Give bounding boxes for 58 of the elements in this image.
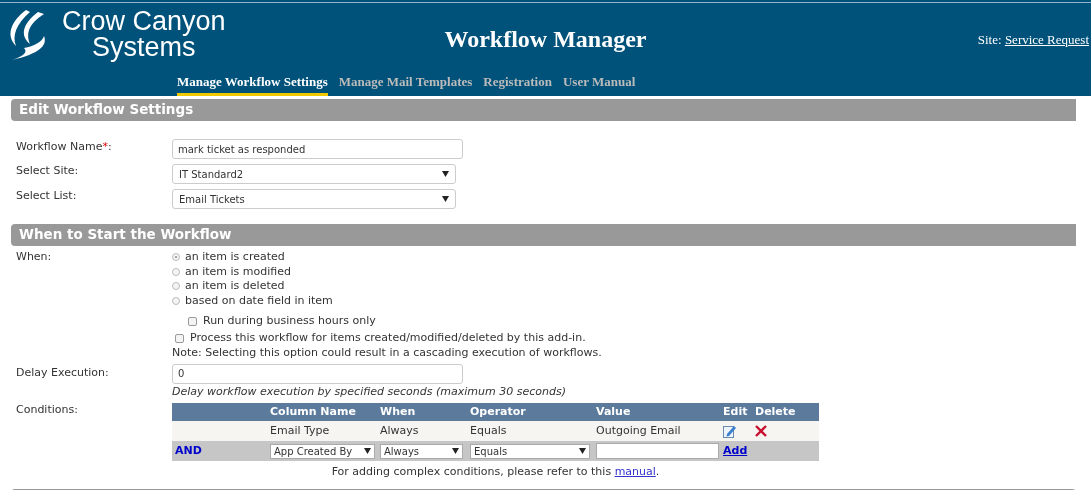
field-label: Select Site: bbox=[16, 164, 79, 177]
select-field[interactable]: IT Standard2 bbox=[172, 164, 456, 184]
checkbox-label[interactable]: Run during business hours only bbox=[203, 314, 376, 329]
table-cell: Equals bbox=[470, 424, 507, 438]
page-title: Workflow Manager bbox=[444, 26, 647, 52]
column-header: Column Name bbox=[270, 405, 356, 419]
radio-button[interactable] bbox=[172, 267, 180, 276]
field-label: Select List: bbox=[16, 189, 77, 202]
help-text: Delay workflow execution by specified seconds (maximum 30 seconds) bbox=[172, 384, 566, 398]
and-link[interactable]: AND bbox=[175, 444, 202, 458]
nav-tab[interactable]: Manage Mail Templates bbox=[338, 74, 473, 96]
option-label[interactable]: an item is deleted bbox=[185, 279, 285, 294]
checkbox-label[interactable]: Process this workflow for items created/modified/deleted by this add-in. bbox=[190, 331, 586, 346]
option-label[interactable]: based on date field in item bbox=[185, 293, 333, 308]
field-label: When: bbox=[16, 250, 52, 263]
nav-tab[interactable]: Manage Workflow Settings bbox=[177, 74, 328, 96]
input-field[interactable]: mark ticket as responded bbox=[172, 139, 463, 159]
select-field[interactable]: Equals bbox=[470, 443, 590, 459]
note-text: Note: Selecting this option could result in a cascading execution of workflows. bbox=[172, 345, 602, 359]
select-field[interactable]: Email Tickets bbox=[172, 189, 456, 209]
caret-icon bbox=[364, 448, 371, 455]
caret-icon bbox=[579, 448, 586, 455]
table-cell: Email Type bbox=[270, 424, 330, 438]
input-field[interactable] bbox=[596, 443, 719, 460]
column-header: When bbox=[380, 405, 416, 419]
manual-link[interactable]: manual bbox=[614, 465, 656, 479]
nav-tab[interactable]: Registration bbox=[483, 74, 552, 96]
select-field[interactable]: Always bbox=[380, 443, 463, 459]
select-field[interactable]: App Created By bbox=[270, 443, 375, 459]
caret-icon bbox=[442, 196, 449, 202]
column-header: Edit bbox=[723, 405, 748, 419]
field-label: Delay Execution: bbox=[16, 365, 109, 379]
column-header: Value bbox=[596, 405, 631, 419]
option-label[interactable]: an item is created bbox=[185, 250, 285, 265]
table-cell: Always bbox=[380, 424, 419, 438]
site-label: Site: bbox=[977, 32, 1002, 47]
nav-tab[interactable]: User Manual bbox=[562, 74, 636, 96]
delete-icon[interactable] bbox=[755, 425, 767, 438]
table-cell: Outgoing Email bbox=[596, 424, 681, 438]
caret-icon bbox=[452, 448, 459, 455]
checkbox[interactable] bbox=[175, 333, 184, 343]
edit-icon[interactable] bbox=[723, 424, 736, 439]
radio-button[interactable] bbox=[172, 253, 180, 262]
option-label[interactable]: an item is modified bbox=[185, 264, 291, 279]
section-header: Edit Workflow Settings bbox=[11, 99, 1076, 121]
logo-text: Crow Canyon Systems bbox=[62, 8, 226, 60]
radio-button[interactable] bbox=[172, 282, 180, 291]
input-field[interactable]: 0 bbox=[172, 363, 463, 384]
column-header: Delete bbox=[755, 405, 796, 419]
column-header: Operator bbox=[470, 405, 526, 419]
field-label: Workflow Name*: bbox=[16, 140, 112, 153]
site-link[interactable]: Service Request bbox=[1004, 32, 1089, 47]
radio-button[interactable] bbox=[172, 296, 180, 305]
footnote-text: For adding complex conditions, please refer to this manual. bbox=[331, 465, 660, 479]
section-header: When to Start the Workflow bbox=[11, 224, 1076, 246]
caret-icon bbox=[442, 171, 449, 177]
checkbox[interactable] bbox=[188, 316, 197, 326]
field-label: Conditions: bbox=[16, 403, 78, 417]
